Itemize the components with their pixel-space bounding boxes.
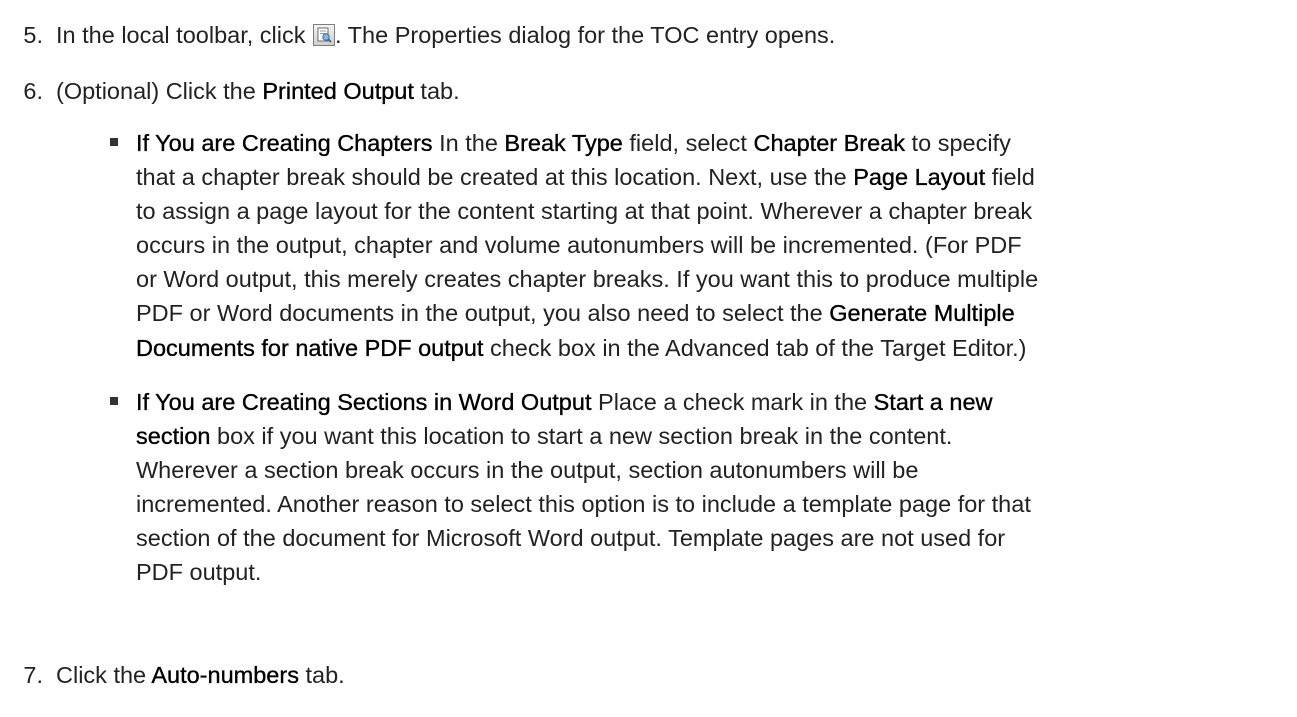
document-page: 5. In the local toolbar, click . The Pro… (0, 0, 1297, 717)
text-run: check box in the Advanced tab of the Tar… (483, 334, 1027, 361)
text-line: PDF output. (136, 559, 262, 586)
text-line: Wherever a section break occurs in the o… (136, 457, 919, 484)
text-line: If You are Creating Sections in Word Out… (136, 385, 1279, 419)
ui-term-auto-numbers: Auto-numbers (151, 662, 299, 688)
text-run: that a chapter break should be created a… (136, 164, 854, 191)
text-run: . The Properties dialog for the TOC entr… (335, 22, 836, 48)
text-line: Documents for native PDF output check bo… (136, 331, 1279, 365)
text-run: tab. (298, 662, 345, 688)
step-number: 5. (23, 22, 43, 48)
ui-term-printed-output: Printed Output (262, 78, 414, 104)
text-run: PDF or Word documents in the output, you… (136, 300, 830, 327)
text-run: (Optional) Click the (56, 78, 263, 104)
text-run: In the local toolbar, click (56, 22, 313, 48)
text-line: occurs in the output, chapter and volume… (136, 232, 1022, 259)
bullet-square-icon (110, 138, 118, 146)
text-run: Place a check mark in the (591, 389, 874, 415)
text-run: field (985, 164, 1035, 191)
text-run: tab. (413, 78, 460, 104)
text-run: to specify (905, 130, 1011, 156)
text-line: that a chapter break should be created a… (136, 160, 1279, 194)
ui-term: Break Type (504, 130, 623, 156)
text-line: section box if you want this location to… (136, 419, 1279, 453)
ui-term: Chapter Break (753, 130, 906, 156)
text-line: PDF or Word documents in the output, you… (136, 296, 1279, 330)
properties-icon[interactable] (313, 24, 336, 46)
text-line: section of the document for Microsoft Wo… (136, 525, 1006, 552)
text-line: to assign a page layout for the content … (136, 198, 1033, 225)
text-line: incremented. Another reason to select th… (136, 491, 1031, 518)
heading-run: If You are Creating Sections in Word Out… (136, 389, 592, 415)
text-run: In the (432, 130, 505, 156)
text-run: box if you want this location to start a… (210, 423, 953, 450)
step-number: 6. (23, 78, 43, 104)
heading-run: If You are Creating Chapters (136, 130, 433, 156)
ui-term: section (136, 423, 211, 450)
step-text: Click the Auto-numbers tab. (56, 658, 1277, 692)
ui-term: Generate Multiple (829, 300, 1015, 327)
step-text: In the local toolbar, click . The Proper… (56, 18, 1277, 52)
text-line: If You are Creating Chapters In the Brea… (136, 126, 1279, 160)
text-run: Click the (56, 662, 152, 688)
text-line: or Word output, this merely creates chap… (136, 266, 1039, 293)
ui-term: Page Layout (853, 164, 986, 191)
step-number: 7. (23, 662, 43, 688)
bullet-text: If You are Creating Sections in Word Out… (136, 385, 1279, 590)
ui-term: Start a new (873, 389, 993, 415)
step-text: (Optional) Click the Printed Output tab. (56, 74, 1277, 108)
bullet-square-icon (110, 397, 118, 405)
text-run: field, select (622, 130, 754, 156)
bullet-text: If You are Creating Chapters In the Brea… (136, 126, 1279, 365)
ui-term: Documents for native PDF output (136, 334, 484, 361)
